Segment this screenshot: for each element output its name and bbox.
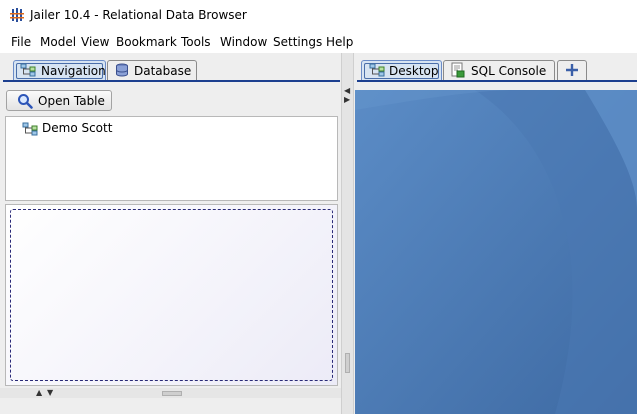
navigation-tree-icon xyxy=(20,63,36,77)
horizontal-splitter[interactable]: ▲ ▼ xyxy=(0,388,341,398)
menu-model[interactable]: Model xyxy=(40,35,76,49)
drop-area[interactable] xyxy=(5,204,338,386)
right-tab-underline xyxy=(357,80,637,82)
plus-icon xyxy=(566,64,578,76)
desktop-area[interactable] xyxy=(355,90,637,414)
vertical-splitter[interactable]: ◀ ▶ xyxy=(341,53,354,414)
tree-item-label: Demo Scott xyxy=(42,121,113,135)
menu-file[interactable]: File xyxy=(11,35,31,49)
tab-sql-console[interactable]: SQL Console xyxy=(443,60,555,80)
jailer-app-icon xyxy=(10,8,24,22)
open-table-label: Open Table xyxy=(38,94,105,108)
menu-view[interactable]: View xyxy=(81,35,109,49)
left-tab-underline xyxy=(3,80,340,82)
drop-area-border xyxy=(10,209,333,381)
split-left-arrow-icon[interactable]: ◀ xyxy=(344,86,350,95)
tab-desktop[interactable]: Desktop xyxy=(361,60,442,80)
menu-bar: File Model View Bookmark Tools Window Se… xyxy=(0,31,637,53)
split-up-arrow-icon[interactable]: ▲ xyxy=(36,388,42,397)
tab-desktop-label: Desktop xyxy=(389,64,439,78)
navigation-tree-icon xyxy=(369,63,385,77)
window-title: Jailer 10.4 - Relational Data Browser xyxy=(30,8,247,22)
split-down-arrow-icon[interactable]: ▼ xyxy=(47,388,53,397)
menu-bookmark[interactable]: Bookmark xyxy=(116,35,177,49)
tab-navigation[interactable]: Navigation xyxy=(13,60,106,80)
database-icon xyxy=(116,63,128,77)
open-table-button[interactable]: Open Table xyxy=(6,90,112,111)
tab-sql-console-label: SQL Console xyxy=(471,64,547,78)
magnifier-icon xyxy=(18,94,33,109)
left-status-strip xyxy=(0,398,341,414)
splitter-grip-icon[interactable] xyxy=(162,391,182,396)
menu-help[interactable]: Help xyxy=(326,35,353,49)
tab-database-label: Database xyxy=(134,64,192,78)
menu-settings[interactable]: Settings xyxy=(273,35,322,49)
tab-add[interactable] xyxy=(557,60,587,80)
menu-window[interactable]: Window xyxy=(220,35,267,49)
split-right-arrow-icon[interactable]: ▶ xyxy=(344,95,350,104)
desktop-wallpaper xyxy=(355,90,637,414)
tree-node-icon xyxy=(22,122,38,136)
tab-database[interactable]: Database xyxy=(107,60,197,80)
sql-console-icon xyxy=(451,62,465,78)
title-bar: Jailer 10.4 - Relational Data Browser xyxy=(0,0,637,31)
table-tree: Demo Scott xyxy=(5,116,338,201)
vertical-grip-icon[interactable] xyxy=(345,353,350,373)
tab-navigation-label: Navigation xyxy=(41,64,106,78)
menu-tools[interactable]: Tools xyxy=(181,35,211,49)
